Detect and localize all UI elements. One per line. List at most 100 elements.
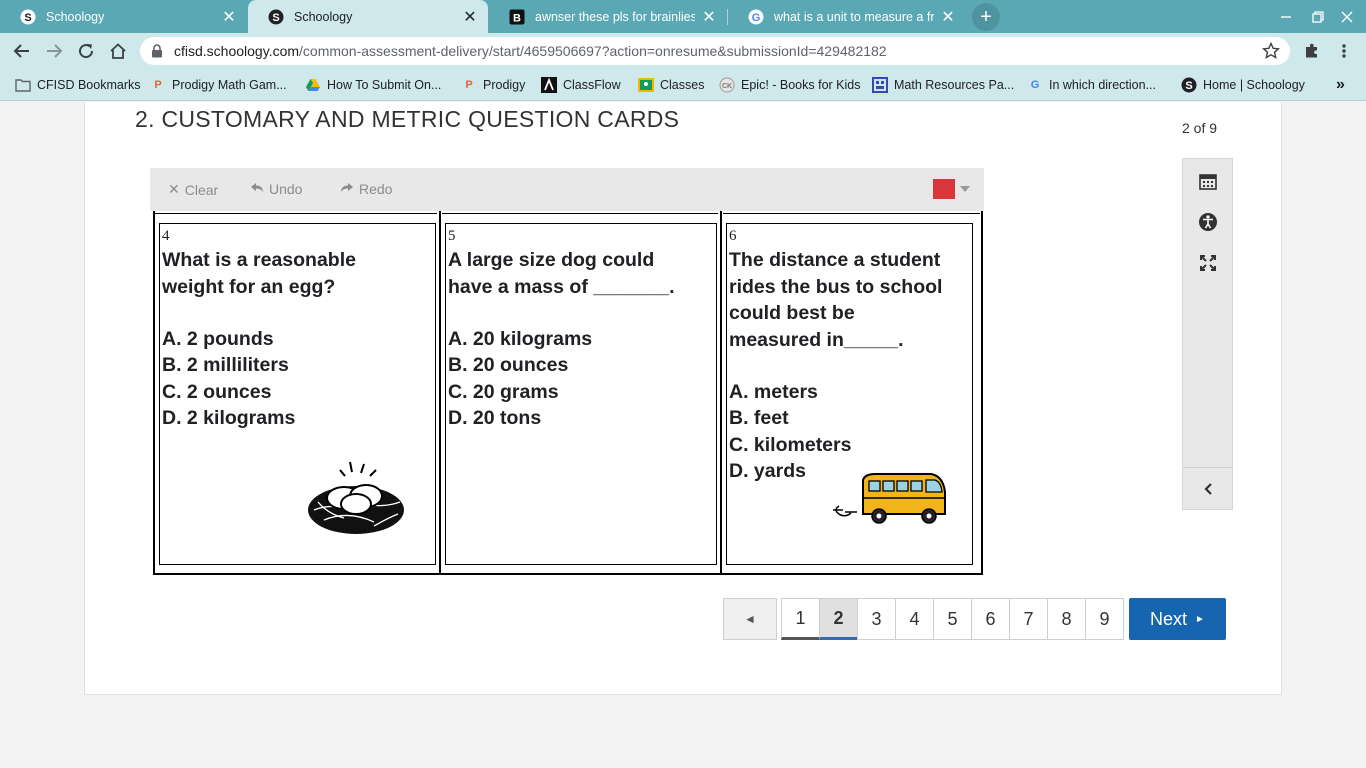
google-icon: G: [1030, 79, 1040, 91]
row-divider: [155, 211, 437, 214]
tab-schoology-1[interactable]: S Schoology ✕: [0, 0, 247, 33]
close-icon[interactable]: ✕: [462, 7, 478, 27]
page-button-5[interactable]: 5: [933, 598, 972, 640]
chevron-down-icon[interactable]: [960, 186, 970, 192]
side-tool-panel: [1182, 158, 1233, 510]
chevron-left-icon[interactable]: [1197, 478, 1219, 500]
close-icon[interactable]: ✕: [940, 7, 956, 27]
more-bookmarks-icon[interactable]: »: [1336, 76, 1345, 94]
question-pager: ◄ 1 2 3 4 5 6 7 8 9 Next ►: [723, 598, 1226, 640]
home-icon[interactable]: [106, 39, 130, 63]
answer-options: A. 20 kilograms B. 20 ounces C. 20 grams…: [448, 326, 714, 431]
grid-icon: [872, 77, 888, 93]
card-question: A large size dog could have a mass of __…: [448, 247, 714, 300]
tab-schoology-2[interactable]: S Schoology ✕: [248, 0, 488, 33]
back-icon[interactable]: [10, 39, 34, 63]
option-c: C. 20 grams: [448, 380, 559, 403]
tab-title: awnser these pls for brainliest th: [535, 9, 695, 24]
page-button-9[interactable]: 9: [1085, 598, 1124, 640]
bookmark-in-which-direction[interactable]: G In which direction...: [1027, 76, 1156, 94]
option-a: A. meters: [729, 381, 818, 403]
question-counter: 2 of 9: [1182, 120, 1218, 136]
calendar-icon[interactable]: [1197, 170, 1219, 192]
redo-icon: [340, 181, 354, 197]
bookmark-prodigy[interactable]: P Prodigy: [461, 76, 525, 94]
accessibility-icon[interactable]: [1197, 211, 1219, 233]
egg-nest-icon: [308, 461, 404, 534]
tab-google-search[interactable]: G what is a unit to measure a frog ✕: [728, 0, 966, 33]
forward-icon[interactable]: [42, 39, 66, 63]
question-card-sheet: 4 What is a reasonable weight for an egg…: [153, 211, 983, 575]
svg-text:S: S: [24, 12, 31, 24]
previous-question-button[interactable]: ◄: [723, 598, 777, 640]
page-button-8[interactable]: 8: [1047, 598, 1086, 640]
redo-label: Redo: [359, 181, 393, 197]
bookmark-epic[interactable]: CK Epic! - Books for Kids: [719, 76, 861, 94]
bookmarks-bar: CFISD Bookmarks P Prodigy Math Gam... Ho…: [0, 69, 1366, 101]
fullscreen-icon[interactable]: [1197, 252, 1219, 274]
lock-icon: [140, 44, 174, 58]
google-drive-icon: [305, 77, 321, 93]
bookmark-label: Epic! - Books for Kids: [741, 78, 861, 92]
svg-text:G: G: [752, 12, 761, 24]
bookmark-classflow[interactable]: ClassFlow: [541, 76, 621, 94]
option-c: C. 2 ounces: [162, 380, 272, 403]
minimize-icon[interactable]: [1275, 6, 1297, 28]
bookmark-cfisd[interactable]: CFISD Bookmarks: [15, 76, 141, 94]
row-divider: [442, 211, 718, 214]
close-icon[interactable]: ✕: [701, 7, 717, 27]
question-line: The distance a student: [729, 249, 941, 271]
pen-color-swatch[interactable]: [933, 179, 955, 199]
bookmark-label: Classes: [660, 78, 705, 92]
page-button-1[interactable]: 1: [781, 598, 820, 640]
option-d: D. 20 tons: [448, 406, 542, 429]
browser-toolbar: cfisd.schoology.com/common-assessment-de…: [0, 33, 1366, 69]
extensions-puzzle-icon[interactable]: [1303, 42, 1321, 60]
undo-button[interactable]: Undo: [250, 181, 302, 197]
bookmark-home-schoology[interactable]: S Home | Schoology: [1181, 76, 1305, 94]
classflow-icon: [541, 77, 557, 93]
new-tab-button[interactable]: +: [972, 3, 1000, 31]
question-line: measured in_____.: [729, 328, 904, 351]
clear-button[interactable]: ✕ Clear: [168, 181, 218, 198]
schoology-icon: S: [1181, 77, 1197, 93]
bookmark-star-icon[interactable]: [1261, 41, 1281, 63]
question-card-6: 6 The distance a student rides the bus t…: [726, 223, 973, 565]
close-icon[interactable]: ✕: [221, 7, 237, 27]
card-number: 6: [729, 228, 737, 244]
page-button-6[interactable]: 6: [971, 598, 1010, 640]
drawing-toolbar: ✕ Clear Undo Redo: [150, 168, 984, 211]
question-line: have a mass of _______.: [448, 275, 675, 298]
page-button-3[interactable]: 3: [857, 598, 896, 640]
folder-icon: [15, 77, 31, 93]
option-b: B. feet: [729, 407, 789, 430]
address-bar[interactable]: cfisd.schoology.com/common-assessment-de…: [140, 37, 1290, 65]
redo-button[interactable]: Redo: [340, 181, 392, 197]
restore-icon[interactable]: [1307, 6, 1329, 28]
question-card-4: 4 What is a reasonable weight for an egg…: [159, 223, 436, 565]
question-line: weight for an egg?: [162, 275, 336, 298]
option-a: A. 20 kilograms: [448, 328, 593, 350]
next-question-button[interactable]: Next ►: [1129, 598, 1226, 640]
bookmark-math-resources[interactable]: Math Resources Pa...: [872, 76, 1014, 94]
answer-options: A. 2 pounds B. 2 milliliters C. 2 ounces…: [162, 326, 433, 431]
page-button-7[interactable]: 7: [1009, 598, 1048, 640]
window-close-icon[interactable]: [1336, 6, 1358, 28]
browser-menu-icon[interactable]: [1335, 42, 1353, 60]
schoology-icon: S: [20, 9, 36, 25]
bookmark-prodigy-math[interactable]: P Prodigy Math Gam...: [150, 76, 287, 94]
bookmark-label: Prodigy Math Gam...: [172, 78, 287, 92]
bookmark-label: Home | Schoology: [1203, 78, 1305, 92]
bookmark-classes[interactable]: Classes: [638, 76, 704, 94]
page-button-4[interactable]: 4: [895, 598, 934, 640]
bookmark-how-to-submit[interactable]: How To Submit On...: [305, 76, 441, 94]
reload-icon[interactable]: [74, 39, 98, 63]
column-divider: [439, 211, 441, 573]
bookmark-label: Math Resources Pa...: [894, 78, 1015, 92]
bookmark-label: Prodigy: [483, 78, 526, 92]
row-divider: [723, 211, 980, 214]
school-bus-icon: [833, 473, 946, 524]
page-button-2[interactable]: 2: [819, 598, 858, 640]
play-icon: ►: [1195, 613, 1205, 625]
tab-brainly[interactable]: B awnser these pls for brainliest th ✕: [489, 0, 727, 33]
